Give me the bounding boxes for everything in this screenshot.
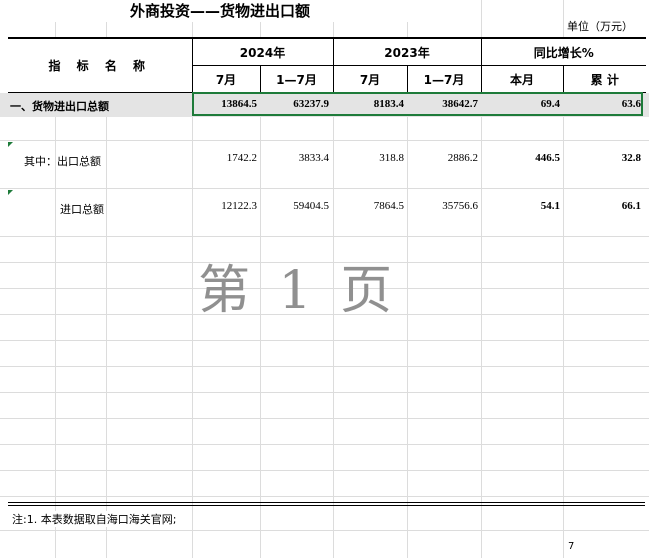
- page-marker: 7: [568, 541, 575, 552]
- gridline: [0, 236, 649, 237]
- cell-export-jan-jul-2023[interactable]: 2886.2: [448, 152, 478, 164]
- gridline: [0, 188, 649, 189]
- header-indicator-name[interactable]: 指 标 名 称: [8, 37, 193, 93]
- gridline: [0, 392, 649, 393]
- header-july-2023[interactable]: 7月: [332, 65, 408, 93]
- cell-export-july-2023[interactable]: 318.8: [379, 152, 404, 164]
- cell-import-july-2024[interactable]: 12122.3: [221, 200, 257, 212]
- cell-export-growth-month[interactable]: 446.5: [535, 152, 560, 164]
- table-bottom-border: [8, 505, 645, 506]
- gridline: [0, 366, 649, 367]
- cell-export-july-2024[interactable]: 1742.2: [227, 152, 257, 164]
- gridline: [0, 530, 649, 531]
- cell-export-growth-cumulative[interactable]: 32.8: [622, 152, 641, 164]
- gridline: [0, 340, 649, 341]
- cell-import-july-2023[interactable]: 7864.5: [374, 200, 404, 212]
- header-july-2024[interactable]: 7月: [191, 65, 261, 93]
- header-year-2024[interactable]: 2024年: [191, 37, 334, 66]
- header-this-month[interactable]: 本月: [480, 65, 564, 93]
- unit-label: 单位（万元）: [565, 18, 635, 34]
- header-growth[interactable]: 同比增长%: [480, 37, 646, 66]
- page-watermark: 第 1 页: [198, 261, 399, 321]
- header-cumulative[interactable]: 累 计: [562, 65, 646, 93]
- cell-comment-marker: [8, 190, 13, 195]
- gridline: [0, 418, 649, 419]
- footnote[interactable]: 注:1. 本表数据取自海口海关官网;: [12, 511, 177, 527]
- header-year-2023[interactable]: 2023年: [332, 37, 482, 66]
- cell-comment-marker: [8, 142, 13, 147]
- sheet-title: 外商投资——货物进出口额: [0, 0, 440, 22]
- row-label-total[interactable]: 一、货物进出口总额: [10, 98, 109, 114]
- cell-import-jan-jul-2024[interactable]: 59404.5: [293, 200, 329, 212]
- cell-import-growth-month[interactable]: 54.1: [541, 200, 560, 212]
- row-label-export[interactable]: 其中：出口总额: [24, 153, 101, 169]
- header-table: 指 标 名 称 2024年 2023年 同比增长% 7月 1—7月 7月 1—7…: [8, 37, 646, 93]
- gridline: [0, 496, 649, 497]
- selected-range: [192, 92, 643, 116]
- gridline: [0, 444, 649, 445]
- table-bottom-border: [8, 502, 645, 503]
- header-jan-jul-2023[interactable]: 1—7月: [406, 65, 482, 93]
- cell-import-jan-jul-2023[interactable]: 35756.6: [442, 200, 478, 212]
- header-jan-jul-2024[interactable]: 1—7月: [259, 65, 334, 93]
- cell-export-jan-jul-2024[interactable]: 3833.4: [299, 152, 329, 164]
- gridline: [0, 470, 649, 471]
- cell-import-growth-cumulative[interactable]: 66.1: [622, 200, 641, 212]
- gridline: [0, 140, 649, 141]
- row-label-import[interactable]: 进口总额: [60, 201, 104, 217]
